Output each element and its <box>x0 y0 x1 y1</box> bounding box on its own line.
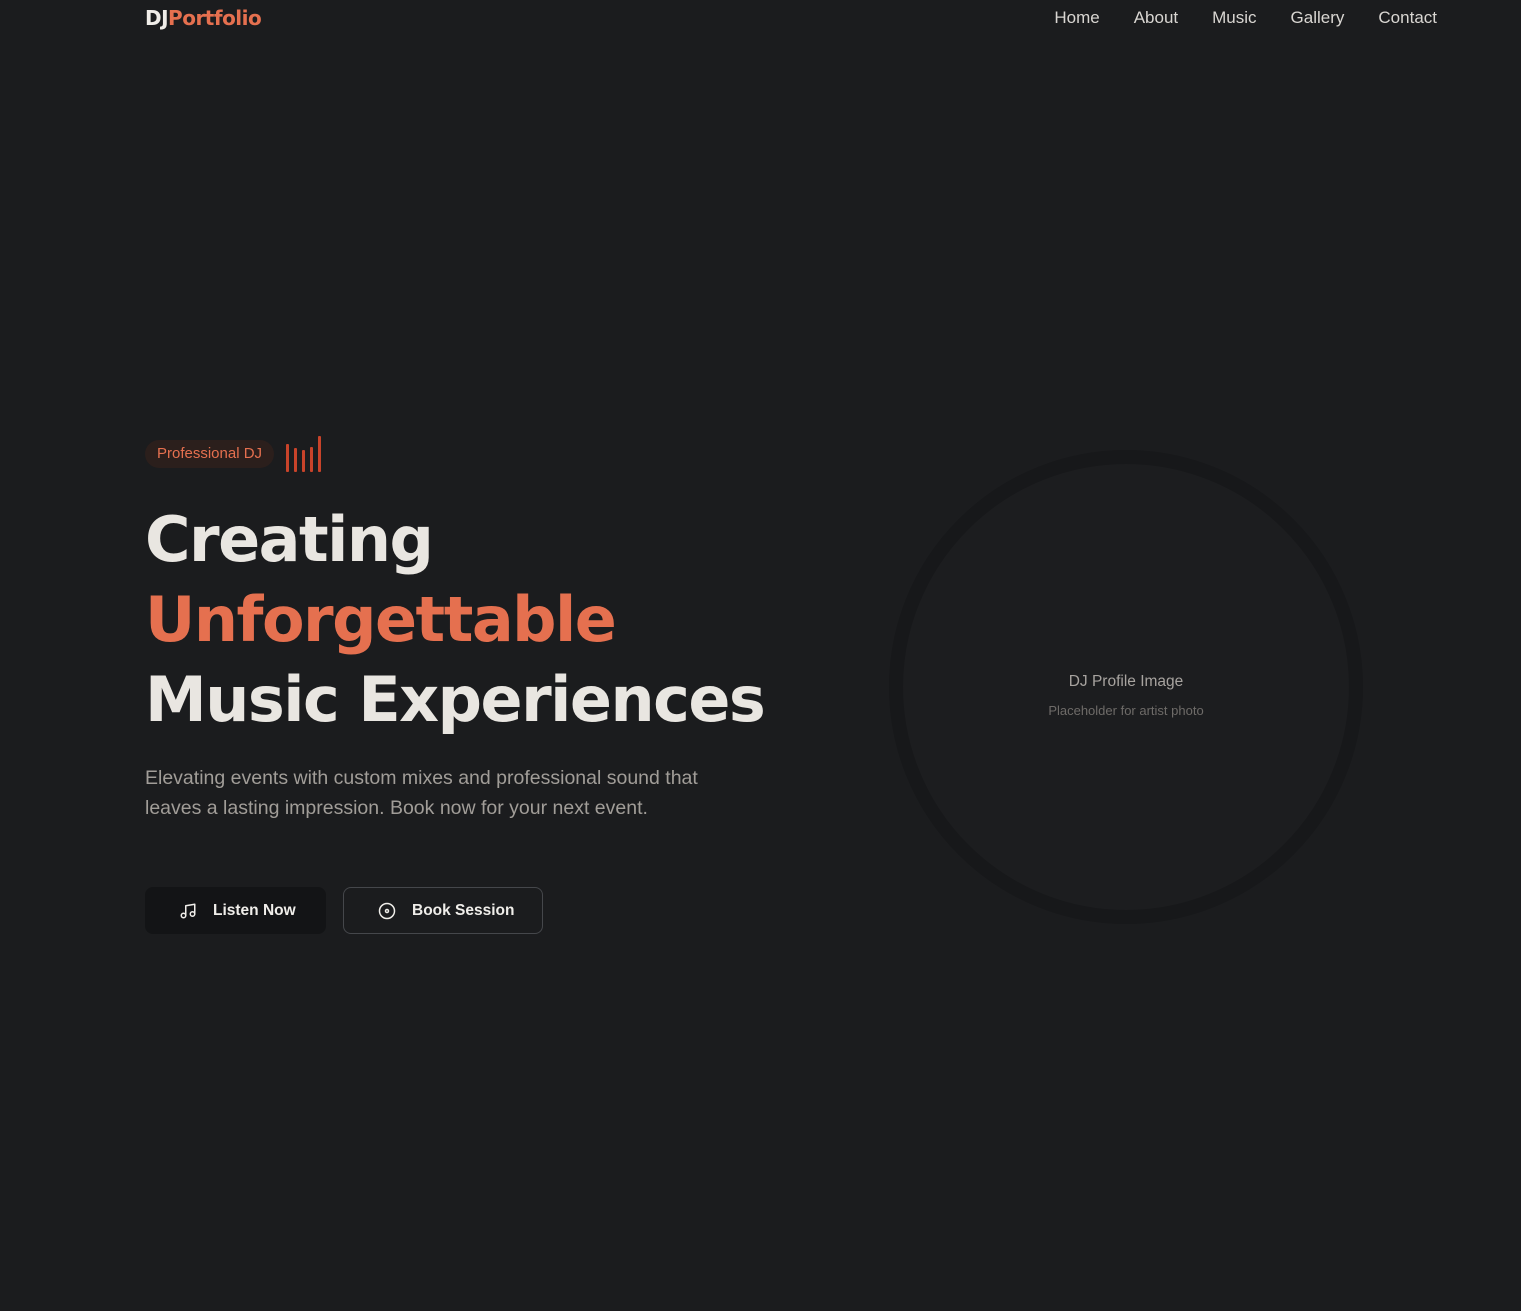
equalizer-bars-icon <box>286 436 322 472</box>
top-nav: DJPortfolio Home About Music Gallery Con… <box>0 0 1521 38</box>
nav-link-music[interactable]: Music <box>1212 8 1256 28</box>
profile-subtitle: Placeholder for artist photo <box>1048 703 1204 718</box>
listen-now-label: Listen Now <box>213 901 296 919</box>
hero-description: Elevating events with custom mixes and p… <box>145 767 698 819</box>
nav-link-home[interactable]: Home <box>1054 8 1099 28</box>
book-session-button[interactable]: Book Session <box>343 887 543 934</box>
listen-now-button[interactable]: Listen Now <box>145 887 326 934</box>
book-session-label: Book Session <box>412 901 515 919</box>
site-logo[interactable]: DJPortfolio <box>145 6 262 30</box>
logo-dj: DJ <box>145 6 169 30</box>
nav-links: Home About Music Gallery Contact <box>1054 8 1437 28</box>
hero-headline: Creating Unforgettable Music Experiences <box>145 500 766 740</box>
nav-link-about[interactable]: About <box>1134 8 1178 28</box>
page: DJPortfolio Home About Music Gallery Con… <box>0 0 1521 1311</box>
headline-line-3: Music Experiences <box>145 663 766 736</box>
profile-title: DJ Profile Image <box>1068 673 1184 690</box>
disc-icon <box>378 902 396 920</box>
music-note-icon <box>179 902 197 920</box>
headline-line-1: Creating <box>145 503 434 576</box>
professional-badge: Professional DJ <box>145 440 275 468</box>
nav-link-contact[interactable]: Contact <box>1378 8 1437 28</box>
nav-link-gallery[interactable]: Gallery <box>1291 8 1345 28</box>
logo-portfolio: Portfolio <box>168 6 262 30</box>
dj-profile-image-placeholder: DJ Profile Image Placeholder for artist … <box>889 450 1363 924</box>
hero-badge-row: Professional DJ <box>145 436 322 472</box>
headline-line-2: Unforgettable <box>145 583 617 656</box>
